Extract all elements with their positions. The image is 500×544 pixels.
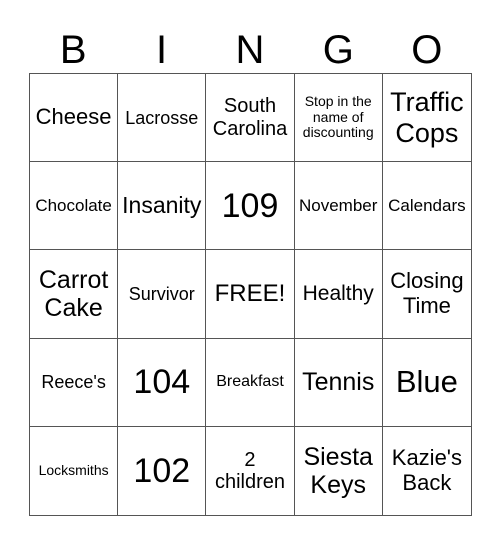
bingo-cell[interactable]: Siesta Keys	[295, 426, 383, 515]
bingo-cell[interactable]: Cheese	[30, 74, 119, 163]
bingo-cell[interactable]: Closing Time	[382, 250, 471, 339]
bingo-cell[interactable]: South Carolina	[206, 74, 295, 163]
bingo-cell[interactable]: November	[294, 162, 383, 251]
header-letter-n: N	[235, 28, 265, 72]
bingo-cell[interactable]: Kazie's Back	[383, 427, 471, 515]
bingo-cell[interactable]: Chocolate	[30, 162, 119, 251]
header-letter-b: B	[59, 28, 87, 72]
bingo-cell[interactable]: Calendars	[382, 162, 471, 251]
bingo-grid: Cheese Lacrosse South Carolina Stop in t…	[29, 73, 472, 516]
bingo-cell[interactable]: Carrot Cake	[30, 250, 119, 339]
bingo-cell[interactable]: 109	[206, 162, 295, 251]
bingo-cell[interactable]: Breakfast	[206, 338, 295, 427]
bingo-cell[interactable]: Locksmiths	[30, 426, 119, 515]
bingo-cell[interactable]: Stop in the name of discounting	[294, 74, 383, 163]
bingo-cell[interactable]: Survivor	[118, 250, 207, 339]
header-letter-g: G	[322, 28, 354, 72]
free-space-cell[interactable]: FREE!	[206, 250, 295, 339]
bingo-cell[interactable]: Reece's	[30, 338, 119, 427]
bingo-header: B I N G O	[29, 28, 471, 72]
bingo-cell[interactable]: Blue	[382, 339, 471, 427]
bingo-cell[interactable]: Healthy	[294, 250, 383, 339]
bingo-cell[interactable]: Traffic Cops	[382, 74, 471, 163]
bingo-cell[interactable]: Tennis	[294, 338, 383, 427]
bingo-cell[interactable]: 104	[118, 338, 207, 427]
bingo-cell[interactable]: Insanity	[118, 162, 207, 251]
header-letter-o: O	[411, 28, 443, 72]
bingo-cell[interactable]: 102	[118, 426, 207, 515]
header-letter-i: I	[156, 28, 168, 72]
bingo-cell[interactable]: 2 children	[206, 426, 295, 515]
bingo-cell[interactable]: Lacrosse	[118, 74, 207, 163]
